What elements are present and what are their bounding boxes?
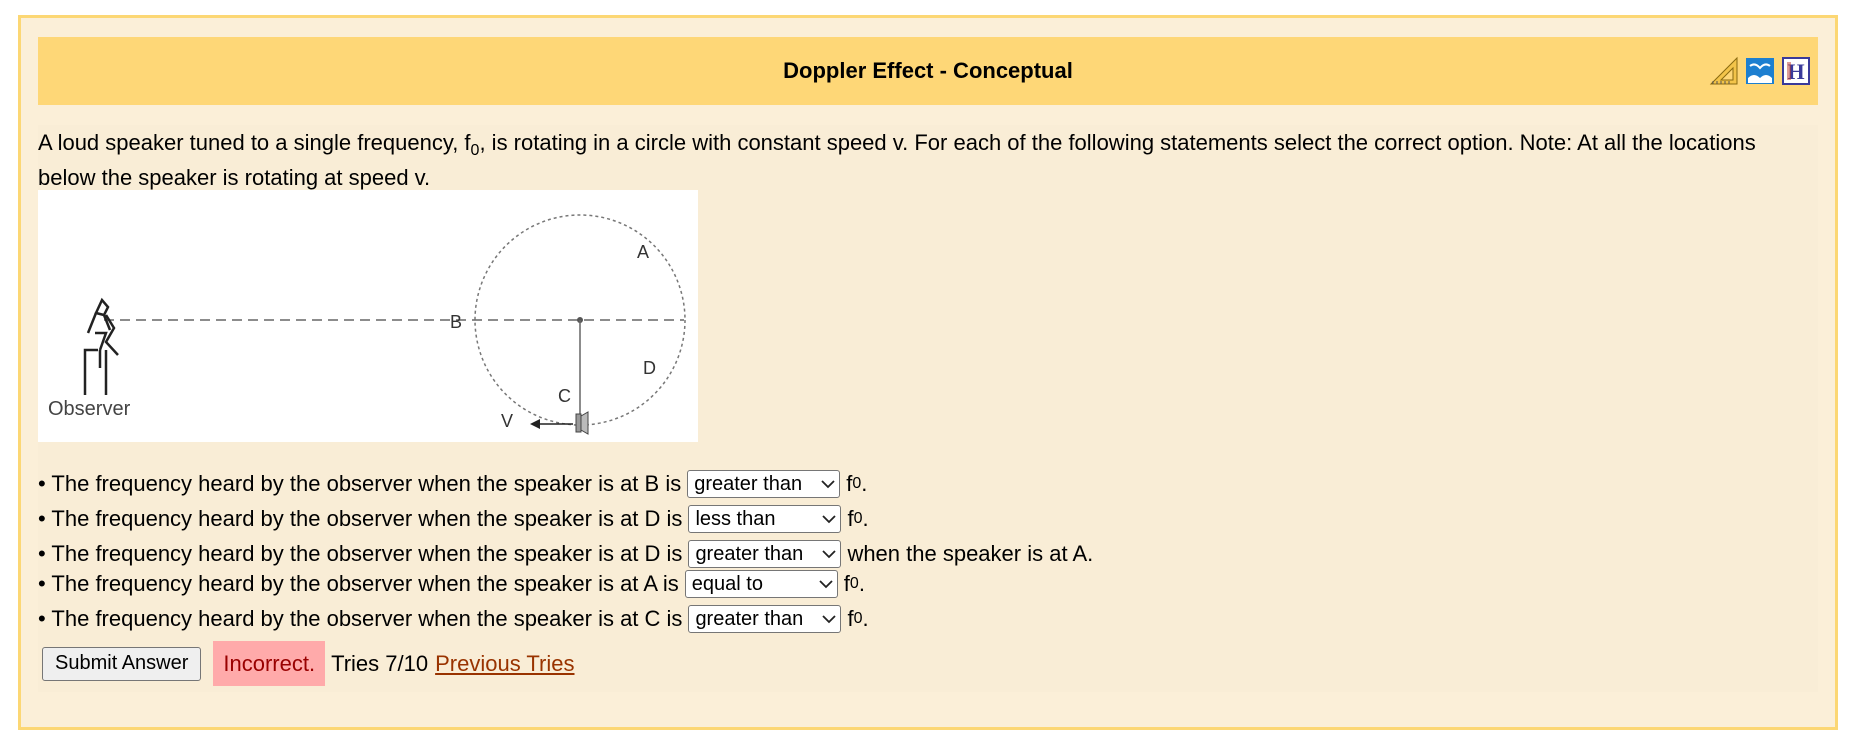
statement-4: • The frequency heard by the observer wh…	[38, 570, 865, 598]
answer-select-5[interactable]: greater than	[688, 605, 842, 633]
label-v: V	[501, 411, 513, 431]
problem-header: Doppler Effect - Conceptual H	[38, 37, 1818, 105]
chevron-down-icon	[821, 480, 835, 489]
ruler-triangle-icon[interactable]	[1708, 55, 1740, 87]
answer-select-3[interactable]: greater than	[688, 540, 842, 568]
observer-figure	[83, 297, 119, 395]
status-badge: Incorrect.	[213, 641, 326, 686]
observer-label: Observer	[48, 398, 131, 420]
tries-count: Tries 7/10	[331, 650, 429, 676]
problem-title: Doppler Effect - Conceptual	[783, 58, 1073, 83]
chevron-down-icon	[819, 580, 833, 589]
submission-bar: Submit Answer Incorrect. Tries 7/10 Prev…	[42, 641, 575, 686]
chevron-down-icon	[822, 615, 837, 624]
book-icon[interactable]	[1744, 55, 1776, 87]
statement-3: • The frequency heard by the observer wh…	[38, 540, 1094, 568]
answer-select-1[interactable]: greater than	[687, 470, 841, 498]
label-b: B	[450, 312, 462, 332]
label-a: A	[637, 242, 649, 262]
doppler-figure: Observer B A D C V	[38, 190, 698, 442]
statement-5: • The frequency heard by the observer wh…	[38, 605, 869, 633]
answer-select-4[interactable]: equal to	[684, 570, 838, 598]
answer-select-2[interactable]: less than	[688, 505, 842, 533]
problem-statement: A loud speaker tuned to a single frequen…	[38, 130, 1756, 190]
previous-tries-link[interactable]: Previous Tries	[435, 651, 574, 677]
speaker-icon	[575, 411, 589, 435]
header-icons: H	[1708, 55, 1812, 87]
chevron-down-icon	[822, 550, 837, 559]
statement-2: • The frequency heard by the observer wh…	[38, 505, 869, 533]
label-d: D	[643, 358, 656, 378]
label-c: C	[558, 386, 571, 406]
problem-body: A loud speaker tuned to a single frequen…	[38, 125, 1818, 692]
statement-1: • The frequency heard by the observer wh…	[38, 470, 868, 498]
submit-answer-button[interactable]: Submit Answer	[42, 646, 202, 681]
help-h-icon[interactable]: H	[1780, 55, 1812, 87]
chevron-down-icon	[822, 515, 837, 524]
